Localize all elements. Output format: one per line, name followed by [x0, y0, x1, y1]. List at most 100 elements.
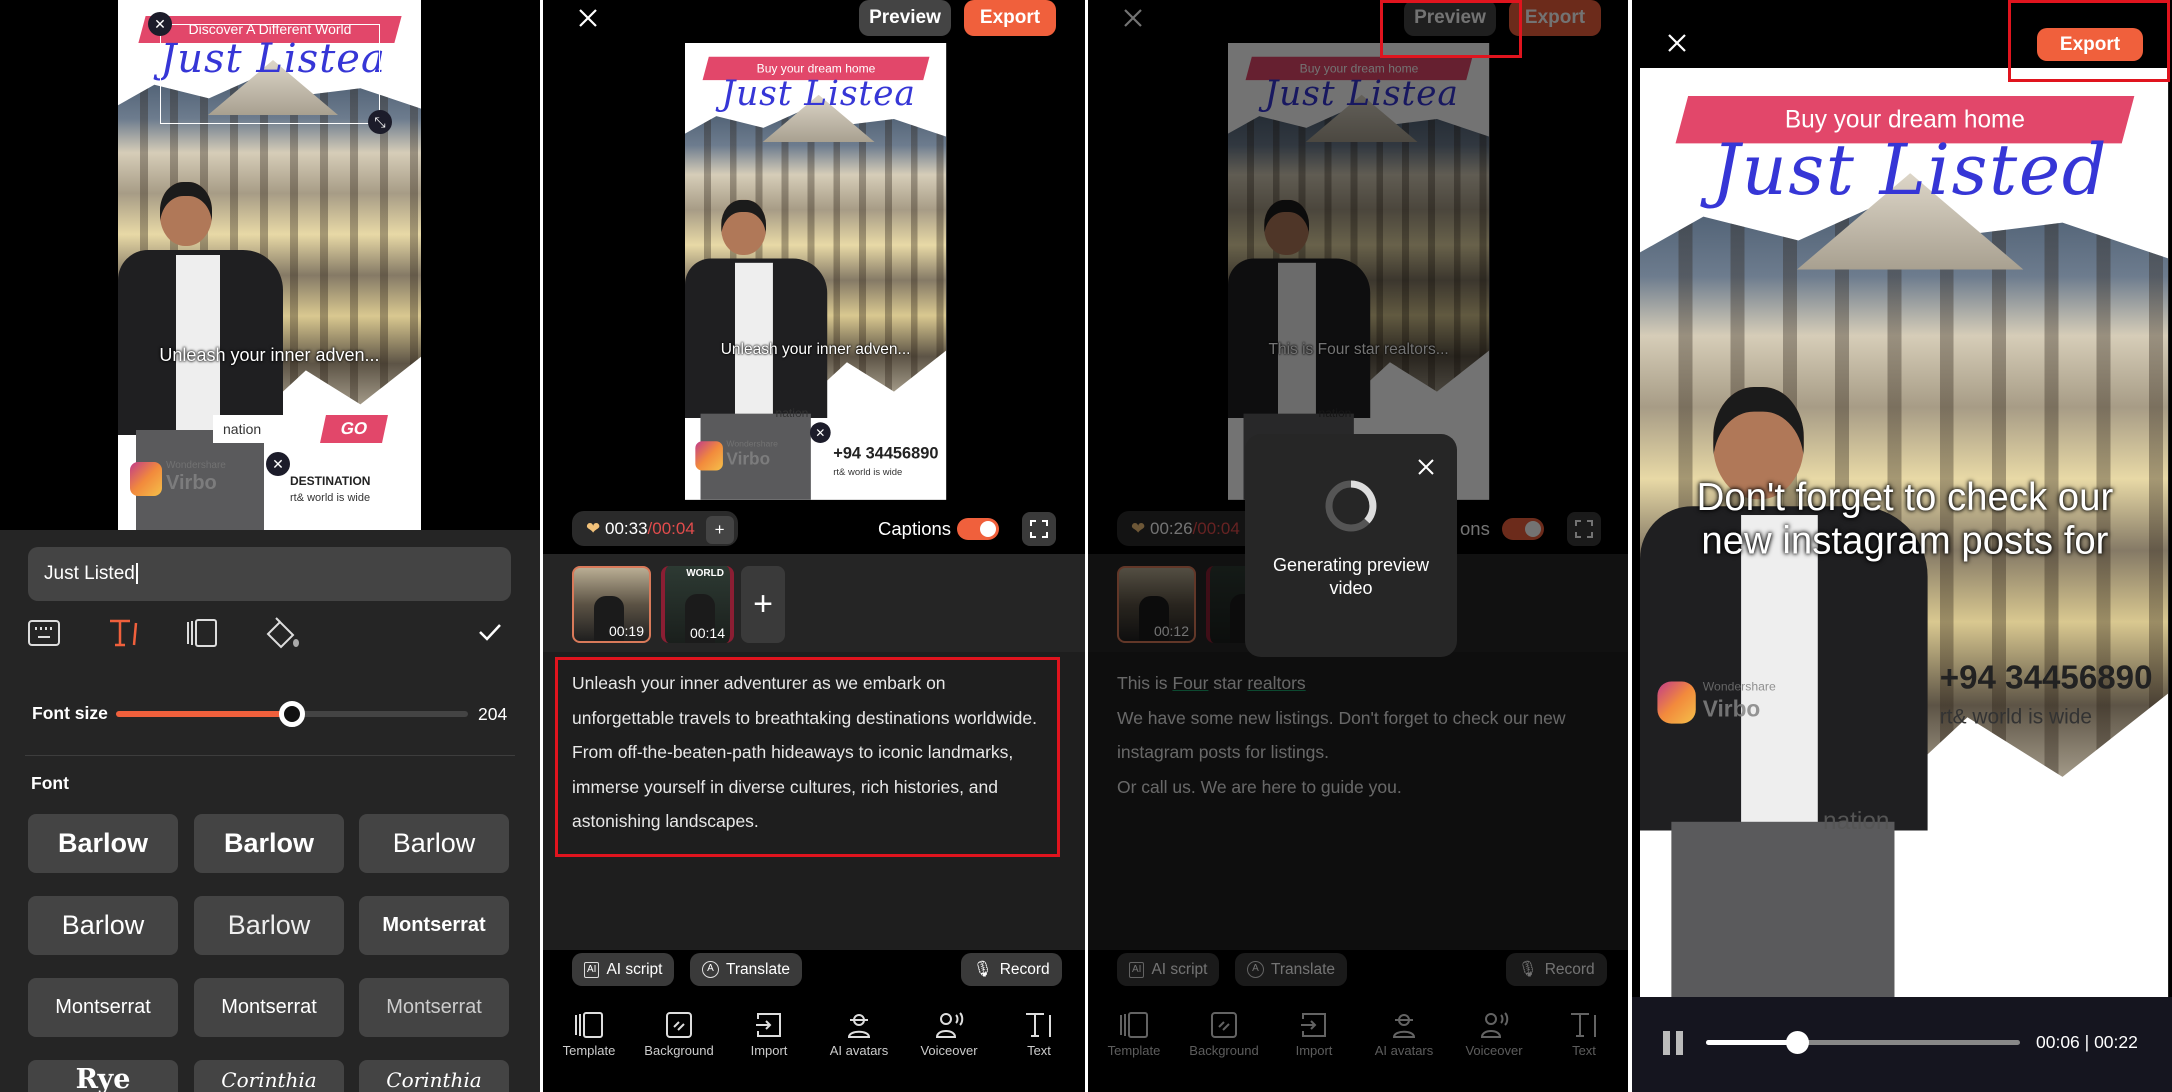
template-icon[interactable] [186, 618, 218, 648]
font-option[interactable]: Corinthia [359, 1060, 509, 1092]
font-size-slider-fill [116, 711, 292, 717]
spellcheck-word[interactable]: Four [1172, 673, 1208, 693]
confirm-check-icon[interactable] [478, 622, 502, 642]
selection-box[interactable] [160, 24, 380, 124]
ai-script-icon: AI [1129, 961, 1145, 978]
clip-thumbnail[interactable]: WORLD 00:14 [661, 566, 734, 643]
ai-script-label: AI script [606, 961, 663, 978]
seek-bar[interactable] [1706, 1031, 2020, 1054]
video-canvas[interactable]: Buy your dream home Just Listea Unleash … [685, 43, 947, 500]
preview-button[interactable]: Preview [859, 0, 951, 36]
time-limit: /00:04 [1192, 519, 1240, 538]
nav-import[interactable]: Import [724, 1011, 814, 1058]
delete-element-icon[interactable]: ✕ [148, 12, 172, 36]
captions-toggle[interactable] [1502, 518, 1544, 540]
captions-toggle[interactable] [957, 518, 999, 540]
fullscreen-button[interactable] [1022, 512, 1056, 546]
bottom-toolbar: Template Background Import AI avatars Vo… [543, 997, 1085, 1092]
delete-element-icon[interactable]: ✕ [809, 422, 831, 443]
nav-background[interactable]: Background [634, 1011, 724, 1058]
font-size-slider[interactable] [116, 701, 468, 727]
font-option[interactable]: Barlow [194, 896, 344, 955]
font-option[interactable]: Montserrat [194, 978, 344, 1037]
title-text: Just Listea [1264, 74, 1459, 114]
nav-import[interactable]: Import [1269, 1011, 1359, 1058]
ai-script-button[interactable]: AI AI script [572, 953, 675, 986]
close-icon[interactable] [578, 8, 598, 28]
nav-label: Template [1107, 1043, 1161, 1058]
playback-time: 00:06 | 00:22 [2036, 1032, 2138, 1052]
script-segment: This is [1117, 673, 1173, 693]
video-canvas: Buy your dream home Just Listea This is … [1228, 43, 1490, 500]
nav-ai-avatars[interactable]: AI avatars [1359, 1011, 1449, 1058]
video-canvas[interactable]: Discover A Different World Just Listea ✕… [118, 0, 421, 530]
font-option[interactable]: Barlow [359, 814, 509, 873]
spellcheck-word[interactable]: realtors [1247, 673, 1305, 693]
translate-button[interactable]: A Translate [690, 953, 803, 986]
pause-icon[interactable] [1662, 1030, 1686, 1056]
font-option[interactable]: Montserrat [359, 896, 509, 955]
close-icon[interactable] [1123, 8, 1143, 28]
ai-script-button[interactable]: AI AI script [1117, 953, 1220, 986]
nav-text[interactable]: Text [994, 1011, 1084, 1058]
font-option[interactable]: Barlow [28, 896, 178, 955]
caption-text: Don't forget to check our new instagram … [1696, 474, 2114, 563]
script-line: We have some new listings. Don't forget … [1117, 707, 1566, 763]
paint-bucket-icon[interactable] [264, 616, 302, 650]
export-button[interactable]: Export [964, 0, 1056, 36]
font-option[interactable]: Corinthia [194, 1060, 344, 1092]
delete-element-icon[interactable]: ✕ [266, 452, 290, 476]
seek-bar-fill [1706, 1040, 1798, 1045]
font-option[interactable]: Rye [28, 1060, 178, 1092]
nav-label: Voiceover [920, 1043, 978, 1058]
font-option[interactable]: Montserrat [359, 978, 509, 1037]
project-editor-screen: Preview Export Buy your dream home Just … [543, 0, 1085, 1092]
resize-handle-icon[interactable]: ⤡ [368, 110, 392, 134]
nav-label: Template [562, 1043, 616, 1058]
script-area[interactable]: This is Four star realtors We have some … [1088, 652, 1628, 950]
seek-bar-thumb[interactable] [1786, 1031, 1810, 1054]
clip-thumbnail[interactable]: 00:12 [1117, 566, 1196, 643]
translate-button[interactable]: A Translate [1235, 953, 1348, 986]
export-button[interactable]: Export [1509, 0, 1601, 36]
script-line: This is Four star realtors [1117, 666, 1597, 701]
close-icon[interactable] [1417, 458, 1435, 476]
nav-template[interactable]: Template [1089, 1011, 1179, 1058]
nav-template[interactable]: Template [544, 1011, 634, 1058]
text-input[interactable]: Just Listed [28, 547, 511, 601]
clip-label: WORLD [686, 568, 724, 579]
ai-script-icon: AI [584, 961, 600, 978]
time-used: 00:33 [604, 519, 648, 538]
nav-ai-avatars[interactable]: AI avatars [814, 1011, 904, 1058]
nav-voiceover[interactable]: Voiceover [904, 1011, 994, 1058]
nav-text[interactable]: Text [1539, 1011, 1628, 1058]
text-style-icon[interactable] [108, 618, 140, 648]
watermark-product: Virbo [166, 472, 217, 494]
microphone-icon: 🎙︎ [1518, 961, 1538, 978]
font-option[interactable]: Barlow [194, 814, 344, 873]
close-icon[interactable] [1667, 33, 1687, 53]
caption-text: Unleash your inner adven... [720, 340, 911, 358]
translate-label: Translate [1271, 961, 1336, 978]
record-button[interactable]: 🎙︎ Record [961, 953, 1062, 986]
nav-label: Background [644, 1043, 714, 1058]
nav-background[interactable]: Background [1179, 1011, 1269, 1058]
font-option[interactable]: Barlow [28, 814, 178, 873]
time-limit: /00:04 [647, 519, 695, 538]
keyboard-icon[interactable] [28, 620, 60, 646]
script-text[interactable]: This is Four star realtors We have some … [1117, 666, 1597, 804]
add-clip-button[interactable]: + [741, 566, 785, 643]
fullscreen-button[interactable] [1567, 512, 1601, 546]
bottom-toolbar: Template Background Import AI avatars Vo… [1088, 997, 1628, 1092]
script-line: Or call us. We are here to guide you. [1117, 776, 1402, 797]
nav-voiceover[interactable]: Voiceover [1449, 1011, 1539, 1058]
add-time-button[interactable]: + [705, 515, 734, 544]
font-option[interactable]: Montserrat [28, 978, 178, 1037]
highlight-box [1380, 0, 1522, 58]
record-button[interactable]: 🎙︎ Record [1506, 953, 1607, 986]
cta-go: GO [320, 415, 388, 443]
nav-label: Voiceover [1465, 1043, 1523, 1058]
clip-thumbnail[interactable]: 00:19 [572, 566, 651, 643]
font-size-slider-thumb[interactable] [279, 701, 305, 727]
video-player[interactable]: Buy your dream home Just Listed Don't fo… [1640, 68, 2169, 998]
